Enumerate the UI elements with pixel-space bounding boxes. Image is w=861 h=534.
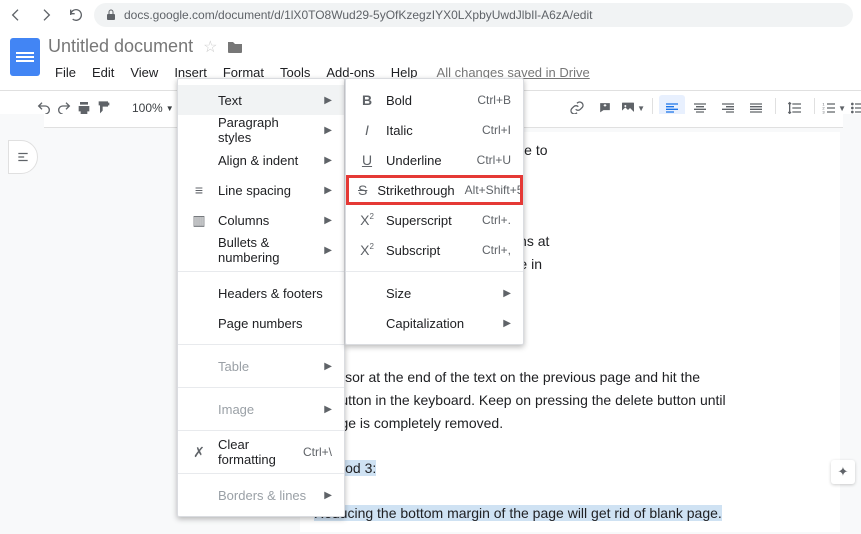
menu-shortcut: Ctrl+. [482, 213, 511, 227]
docs-logo-icon[interactable] [10, 38, 40, 76]
format-menu-item[interactable]: ✗ Clear formatting Ctrl+\ [178, 437, 344, 467]
format-menu-item: Table ▶ [178, 351, 344, 381]
subscript-icon: X2 [358, 242, 376, 258]
text-line: k page is completely removed. [314, 413, 826, 434]
format-menu-item[interactable]: Text ▶ [178, 85, 344, 115]
document-title[interactable]: Untitled document [48, 36, 193, 57]
submenu-caret-icon: ▶ [324, 125, 332, 136]
text-submenu-item[interactable]: X2 Superscript Ctrl+. [346, 205, 523, 235]
underline-icon: U [358, 152, 376, 168]
text-submenu-item[interactable]: I Italic Ctrl+I [346, 115, 523, 145]
format-menu-item[interactable]: ▥ Columns ▶ [178, 205, 344, 235]
menu-item-label: Superscript [386, 213, 472, 228]
text-submenu-item[interactable]: B Bold Ctrl+B [346, 85, 523, 115]
submenu-caret-icon: ▶ [324, 95, 332, 106]
menu-shortcut: Ctrl+, [482, 243, 511, 257]
clear-icon: ✗ [190, 444, 208, 461]
submenu-caret-icon: ▶ [324, 245, 332, 256]
move-folder-icon[interactable] [227, 40, 243, 54]
strikethrough-icon: S [358, 182, 367, 198]
bold-icon: B [358, 92, 376, 108]
text-submenu-item[interactable]: S Strikethrough Alt+Shift+5 [346, 175, 523, 205]
format-menu-item[interactable]: Headers & footers [178, 278, 344, 308]
star-icon[interactable]: ☆ [203, 37, 217, 57]
menu-item-label: Line spacing [218, 183, 314, 198]
forward-icon[interactable] [38, 7, 54, 23]
menu-shortcut: Ctrl+I [482, 123, 511, 137]
menu-item-label: Capitalization [386, 316, 493, 331]
format-menu-item: Image ▶ [178, 394, 344, 424]
submenu-caret-icon: ▶ [503, 288, 511, 299]
menu-shortcut: Ctrl+U [477, 153, 511, 167]
text-submenu: B Bold Ctrl+B I Italic Ctrl+I U Underline Ctrl+U… [345, 78, 524, 345]
zoom-select[interactable]: 100%▼ [128, 101, 178, 115]
reload-icon[interactable] [68, 7, 84, 23]
line-icon: ≡ [190, 182, 208, 198]
back-icon[interactable] [8, 7, 24, 23]
submenu-caret-icon: ▶ [503, 318, 511, 329]
italic-icon: I [358, 122, 376, 138]
menu-item-label: Page numbers [218, 316, 332, 331]
explore-button[interactable]: ✦ [831, 460, 855, 484]
format-menu-item: Borders & lines ▶ [178, 480, 344, 510]
text-submenu-item[interactable]: X2 Subscript Ctrl+, [346, 235, 523, 265]
format-menu-item[interactable]: Page numbers [178, 308, 344, 338]
menu-shortcut: Ctrl+B [477, 93, 511, 107]
menu-item-label: Image [218, 402, 314, 417]
outline-toggle-button[interactable] [8, 140, 38, 174]
format-menu-item[interactable]: Align & indent ▶ [178, 145, 344, 175]
menu-shortcut: Ctrl+\ [303, 445, 332, 459]
menu-item-label: Headers & footers [218, 286, 332, 301]
text-line: 'E' button in the keyboard. Keep on pres… [314, 390, 826, 411]
superscript-icon: X2 [358, 212, 376, 228]
menu-item-label: Size [386, 286, 493, 301]
submenu-caret-icon: ▶ [324, 215, 332, 226]
menu-shortcut: Alt+Shift+5 [465, 183, 524, 197]
url-text: docs.google.com/document/d/1lX0TO8Wud29-… [124, 8, 592, 22]
menu-item-label: Clear formatting [218, 437, 293, 467]
submenu-caret-icon: ▶ [324, 361, 332, 372]
menu-item-label: Bold [386, 93, 467, 108]
menu-item-label: Columns [218, 213, 314, 228]
lock-icon [106, 9, 116, 21]
submenu-caret-icon: ▶ [324, 490, 332, 501]
text-submenu-item[interactable]: Capitalization ▶ [346, 308, 523, 338]
menu-item-label: Italic [386, 123, 472, 138]
menu-item-label: Text [218, 93, 314, 108]
format-menu-item[interactable]: ≡ Line spacing ▶ [178, 175, 344, 205]
menu-view[interactable]: View [123, 61, 165, 84]
submenu-caret-icon: ▶ [324, 155, 332, 166]
format-menu-item[interactable]: Paragraph styles ▶ [178, 115, 344, 145]
format-menu-item[interactable]: Bullets & numbering ▶ [178, 235, 344, 265]
submenu-caret-icon: ▶ [324, 185, 332, 196]
selected-text: Reducing the bottom margin of the page w… [314, 505, 722, 521]
menu-item-label: Strikethrough [377, 183, 454, 198]
menu-item-label: Paragraph styles [218, 115, 314, 145]
menu-item-label: Subscript [386, 243, 472, 258]
text-submenu-item[interactable]: Size ▶ [346, 278, 523, 308]
menu-item-label: Table [218, 359, 314, 374]
format-dropdown: Text ▶ Paragraph styles ▶ Align & indent ▶ ≡ Li… [177, 78, 345, 517]
menu-item-label: Underline [386, 153, 467, 168]
text-submenu-item[interactable]: U Underline Ctrl+U [346, 145, 523, 175]
menu-edit[interactable]: Edit [85, 61, 121, 84]
menu-file[interactable]: File [48, 61, 83, 84]
text-line: e cursor at the end of the text on the p… [314, 367, 826, 388]
menu-item-label: Bullets & numbering [218, 235, 314, 265]
menu-item-label: Borders & lines [218, 488, 314, 503]
address-bar[interactable]: docs.google.com/document/d/1lX0TO8Wud29-… [94, 3, 853, 27]
cols-icon: ▥ [190, 212, 208, 229]
submenu-caret-icon: ▶ [324, 404, 332, 415]
menu-item-label: Align & indent [218, 153, 314, 168]
